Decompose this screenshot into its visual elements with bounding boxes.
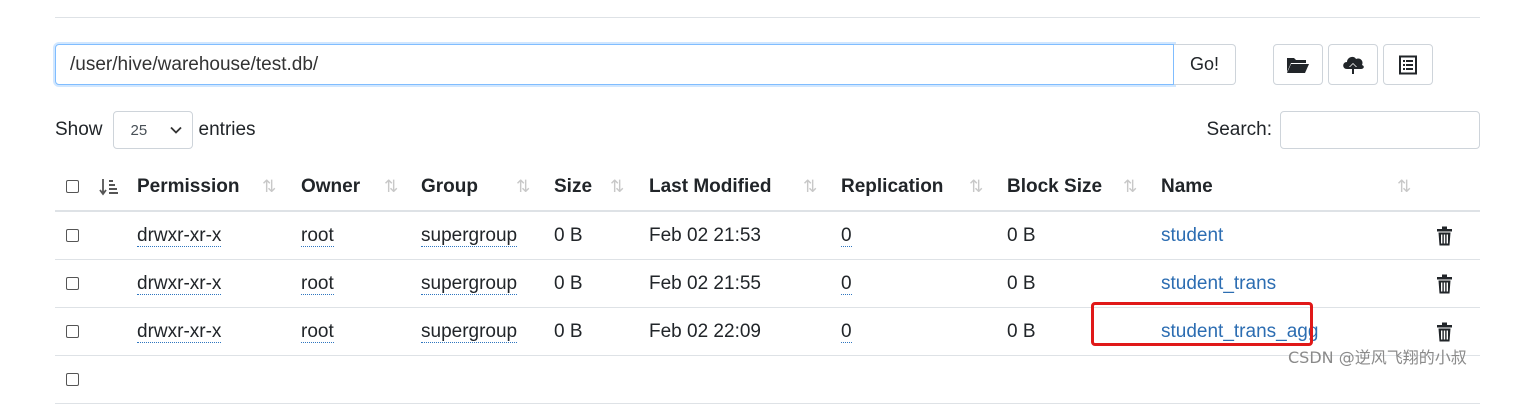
- table-row-partial: [55, 356, 1480, 404]
- sort-block-size-icon[interactable]: ⇅: [1123, 163, 1137, 210]
- col-size[interactable]: Size: [554, 163, 592, 210]
- col-permission[interactable]: Permission: [137, 163, 239, 210]
- trash-icon[interactable]: [1436, 212, 1453, 259]
- folder-open-icon: [1287, 57, 1309, 73]
- size-value: 0 B: [554, 224, 583, 246]
- size-value: 0 B: [554, 320, 583, 342]
- table-row: drwxr-xr-x root supergroup 0 B Feb 02 21…: [55, 212, 1480, 260]
- file-table: Permission ⇅ Owner ⇅ Group ⇅ Size ⇅ Last…: [55, 163, 1480, 404]
- col-block-size[interactable]: Block Size: [1007, 163, 1102, 210]
- col-last-modified[interactable]: Last Modified: [649, 163, 771, 210]
- highlight-annotation: [1091, 302, 1313, 346]
- row-checkbox[interactable]: [66, 325, 79, 338]
- last-modified-value: Feb 02 22:09: [649, 320, 761, 342]
- col-replication[interactable]: Replication: [841, 163, 943, 210]
- block-size-value: 0 B: [1007, 320, 1036, 342]
- col-group[interactable]: Group: [421, 163, 478, 210]
- search-area: Search:: [1207, 111, 1480, 149]
- path-input[interactable]: [55, 44, 1174, 85]
- select-all-checkbox[interactable]: [66, 180, 79, 193]
- sort-size-icon[interactable]: ⇅: [610, 163, 624, 210]
- group-value[interactable]: supergroup: [421, 225, 518, 247]
- table-row: drwxr-xr-x root supergroup 0 B Feb 02 21…: [55, 260, 1480, 308]
- show-entries: Show 25 entries: [55, 111, 256, 149]
- col-name[interactable]: Name: [1161, 163, 1213, 210]
- owner-value[interactable]: root: [301, 225, 334, 247]
- entries-select-value: 25: [130, 121, 148, 139]
- sort-name-icon[interactable]: ⇅: [1397, 163, 1411, 210]
- entries-label: entries: [198, 119, 256, 140]
- go-button[interactable]: Go!: [1174, 44, 1236, 85]
- sort-selection-icon[interactable]: [99, 163, 119, 210]
- watermark: CSDN @逆风飞翔的小叔: [1288, 348, 1467, 367]
- replication-value[interactable]: 0: [841, 273, 852, 295]
- trash-icon[interactable]: [1436, 260, 1453, 307]
- sort-replication-icon[interactable]: ⇅: [969, 163, 983, 210]
- permission-value[interactable]: drwxr-xr-x: [137, 225, 222, 247]
- group-value[interactable]: supergroup: [421, 273, 518, 295]
- table-header: Permission ⇅ Owner ⇅ Group ⇅ Size ⇅ Last…: [55, 163, 1480, 212]
- last-modified-value: Feb 02 21:55: [649, 272, 761, 294]
- chevron-down-icon: [169, 126, 182, 134]
- size-value: 0 B: [554, 272, 583, 294]
- sort-group-icon[interactable]: ⇅: [516, 163, 530, 210]
- sort-last-modified-icon[interactable]: ⇅: [803, 163, 817, 210]
- owner-value[interactable]: root: [301, 273, 334, 295]
- entries-select[interactable]: 25: [112, 111, 193, 149]
- top-divider: [55, 17, 1480, 18]
- show-label: Show: [55, 119, 103, 140]
- permission-value[interactable]: drwxr-xr-x: [137, 321, 222, 343]
- sort-permission-icon[interactable]: ⇅: [262, 163, 276, 210]
- search-label: Search:: [1206, 119, 1272, 140]
- block-size-value: 0 B: [1007, 224, 1036, 246]
- search-input[interactable]: [1280, 111, 1480, 149]
- owner-value[interactable]: root: [301, 321, 334, 343]
- replication-value[interactable]: 0: [841, 225, 852, 247]
- sort-owner-icon[interactable]: ⇅: [384, 163, 398, 210]
- name-link[interactable]: student_trans: [1161, 273, 1276, 295]
- last-modified-value: Feb 02 21:53: [649, 224, 761, 246]
- permission-value[interactable]: drwxr-xr-x: [137, 273, 222, 295]
- group-value[interactable]: supergroup: [421, 321, 518, 343]
- list-icon: [1399, 55, 1417, 74]
- name-link[interactable]: student: [1161, 225, 1223, 247]
- cloud-upload-icon: [1343, 56, 1364, 74]
- cut-paste-button[interactable]: [1383, 44, 1433, 85]
- block-size-value: 0 B: [1007, 272, 1036, 294]
- replication-value[interactable]: 0: [841, 321, 852, 343]
- col-owner[interactable]: Owner: [301, 163, 360, 210]
- upload-button[interactable]: [1328, 44, 1378, 85]
- row-checkbox[interactable]: [66, 229, 79, 242]
- create-directory-button[interactable]: [1273, 44, 1323, 85]
- row-checkbox[interactable]: [66, 277, 79, 290]
